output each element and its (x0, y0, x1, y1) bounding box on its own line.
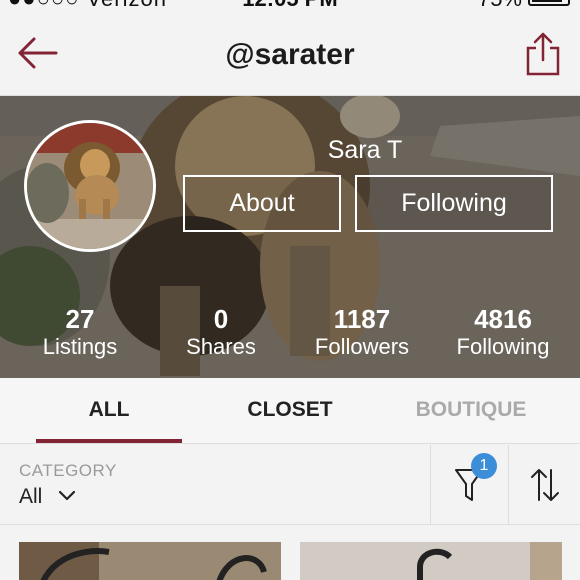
tab-boutique[interactable]: BOUTIQUE (392, 378, 550, 444)
page-title: @sarater (225, 38, 355, 71)
tab-all[interactable]: ALL (36, 378, 182, 444)
listing-thumbnail (19, 542, 281, 580)
tab-closet[interactable]: CLOSET (214, 378, 366, 444)
filter-count-badge: 1 (471, 453, 497, 479)
status-bar: ●●○○○ Verizon 12:05 PM 75% (0, 0, 580, 11)
stat-listings[interactable]: 27 Listings (10, 304, 150, 360)
profile-header: Sara T About Following 27 Listings 0 Sha… (0, 96, 580, 378)
profile-name: Sara T (327, 136, 403, 164)
listing-card[interactable] (300, 542, 562, 580)
stat-label: Following (456, 334, 550, 359)
avatar-photo (27, 123, 153, 249)
category-label: CATEGORY (19, 461, 117, 480)
stat-label: Followers (314, 334, 410, 359)
stat-value: 0 (213, 304, 229, 334)
avatar[interactable] (24, 120, 156, 252)
stat-following[interactable]: 4816 Following (433, 304, 573, 360)
following-button[interactable]: Following (355, 175, 553, 232)
stat-value: 4816 (474, 304, 532, 334)
stat-followers[interactable]: 1187 Followers (292, 304, 432, 360)
listing-thumbnail (300, 542, 562, 580)
sort-button[interactable] (509, 445, 580, 525)
battery-icon (528, 0, 570, 6)
listing-grid (0, 526, 580, 580)
active-tab-indicator (36, 439, 182, 443)
category-dropdown[interactable]: All (19, 485, 42, 509)
filter-button[interactable] (431, 445, 508, 525)
share-button[interactable] (524, 30, 562, 78)
stat-value: 27 (65, 304, 95, 334)
funnel-icon (455, 469, 483, 501)
nav-bar: @sarater (0, 10, 580, 96)
stat-label: Listings (42, 334, 118, 359)
sort-arrows-icon (531, 469, 559, 501)
listing-card[interactable] (19, 542, 281, 580)
about-button[interactable]: About (183, 175, 341, 232)
stat-value: 1187 (333, 304, 391, 334)
chevron-down-icon (58, 490, 76, 501)
closet-tabs: ALL CLOSET BOUTIQUE (0, 378, 580, 444)
category-value: All (19, 485, 43, 508)
stat-label: Shares (186, 334, 256, 359)
stat-shares[interactable]: 0 Shares (151, 304, 291, 360)
share-icon (526, 32, 560, 76)
